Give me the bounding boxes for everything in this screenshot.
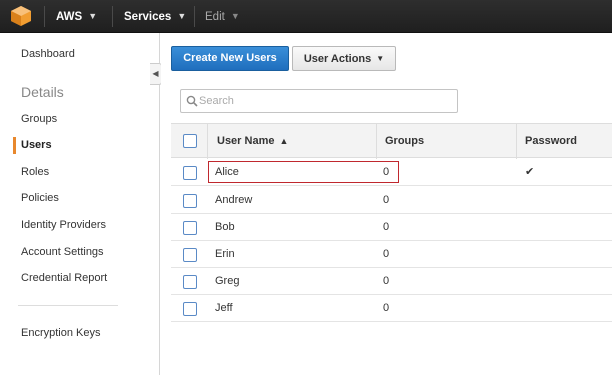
- row-checkbox[interactable]: [183, 302, 197, 316]
- table-header: User Name ▲︎ Groups Password: [171, 123, 612, 159]
- user-actions-label: User Actions: [303, 53, 372, 65]
- user-name-cell[interactable]: Jeff: [215, 295, 233, 322]
- table-row[interactable]: Greg 0: [171, 268, 612, 295]
- nav-divider: [112, 6, 113, 27]
- sidebar-heading-details: Details: [21, 84, 64, 100]
- sidebar-item-credential-report[interactable]: Credential Report: [21, 272, 107, 284]
- aws-menu-label: AWS: [56, 11, 83, 23]
- column-divider: [376, 124, 377, 159]
- sidebar-item-users[interactable]: Users: [21, 139, 52, 151]
- row-checkbox[interactable]: [183, 221, 197, 235]
- nav-divider: [44, 6, 45, 27]
- chevron-left-icon: ◀: [152, 69, 159, 78]
- row-checkbox[interactable]: [183, 275, 197, 289]
- row-checkbox[interactable]: [183, 194, 197, 208]
- search-icon: [186, 95, 198, 107]
- edit-menu[interactable]: Edit ▼: [205, 0, 240, 33]
- sort-icon[interactable]: ▲︎: [279, 124, 288, 159]
- sidebar: Dashboard Details Groups Users Roles Pol…: [0, 33, 160, 375]
- groups-cell: 0: [383, 302, 390, 314]
- chevron-down-icon: ▼: [230, 11, 240, 21]
- top-nav-bar: AWS ▼ Services ▼ Edit ▼: [0, 0, 612, 33]
- column-header-label: User Name: [217, 135, 275, 147]
- sidebar-item-dashboard[interactable]: Dashboard: [21, 48, 75, 60]
- search-box[interactable]: [180, 89, 458, 113]
- edit-menu-label: Edit: [205, 11, 225, 23]
- column-header-password[interactable]: Password: [525, 124, 577, 159]
- sidebar-item-identity-providers[interactable]: Identity Providers: [21, 219, 106, 231]
- row-checkbox[interactable]: [183, 166, 197, 180]
- services-menu-label: Services: [124, 11, 172, 23]
- chevron-down-icon: ▼: [177, 11, 187, 21]
- sidebar-item-account-settings[interactable]: Account Settings: [21, 246, 104, 258]
- aws-cube-icon[interactable]: [8, 4, 34, 28]
- groups-cell: 0: [383, 248, 390, 260]
- user-name-cell[interactable]: Alice: [215, 159, 239, 186]
- table-row[interactable]: Alice 0 ✔: [171, 159, 612, 186]
- row-checkbox[interactable]: [183, 248, 197, 262]
- table-row[interactable]: Jeff 0: [171, 295, 612, 322]
- caret-down-icon: ▼: [376, 54, 385, 63]
- main-content: Create New Users User Actions ▼ User Name…: [161, 33, 612, 375]
- groups-cell: 0: [383, 166, 390, 178]
- groups-cell: 0: [383, 194, 390, 206]
- table-row[interactable]: Erin 0: [171, 241, 612, 268]
- password-check-icon: ✔: [525, 166, 535, 178]
- column-divider: [207, 124, 208, 159]
- sidebar-item-policies[interactable]: Policies: [21, 192, 59, 204]
- active-indicator: [13, 137, 16, 154]
- search-input[interactable]: [199, 93, 449, 109]
- chevron-down-icon: ▼: [88, 11, 98, 21]
- user-name-cell[interactable]: Bob: [215, 214, 235, 241]
- create-new-users-button[interactable]: Create New Users: [171, 46, 289, 71]
- sidebar-divider: [18, 305, 118, 306]
- column-header-user-name[interactable]: User Name ▲︎: [217, 124, 288, 159]
- user-actions-button[interactable]: User Actions ▼: [292, 46, 396, 71]
- column-divider: [516, 124, 517, 159]
- nav-divider: [194, 6, 195, 27]
- user-name-cell[interactable]: Erin: [215, 241, 235, 268]
- select-all-checkbox[interactable]: [183, 134, 197, 148]
- table-row[interactable]: Andrew 0: [171, 187, 612, 214]
- groups-cell: 0: [383, 275, 390, 287]
- user-name-cell[interactable]: Greg: [215, 268, 239, 295]
- services-menu[interactable]: Services ▼: [124, 0, 186, 33]
- column-header-groups[interactable]: Groups: [385, 124, 424, 159]
- table-row[interactable]: Bob 0: [171, 214, 612, 241]
- sidebar-item-roles[interactable]: Roles: [21, 166, 49, 178]
- aws-menu[interactable]: AWS ▼: [56, 0, 97, 33]
- groups-cell: 0: [383, 221, 390, 233]
- sidebar-item-groups[interactable]: Groups: [21, 113, 57, 125]
- user-name-cell[interactable]: Andrew: [215, 187, 252, 214]
- sidebar-item-encryption-keys[interactable]: Encryption Keys: [21, 327, 100, 339]
